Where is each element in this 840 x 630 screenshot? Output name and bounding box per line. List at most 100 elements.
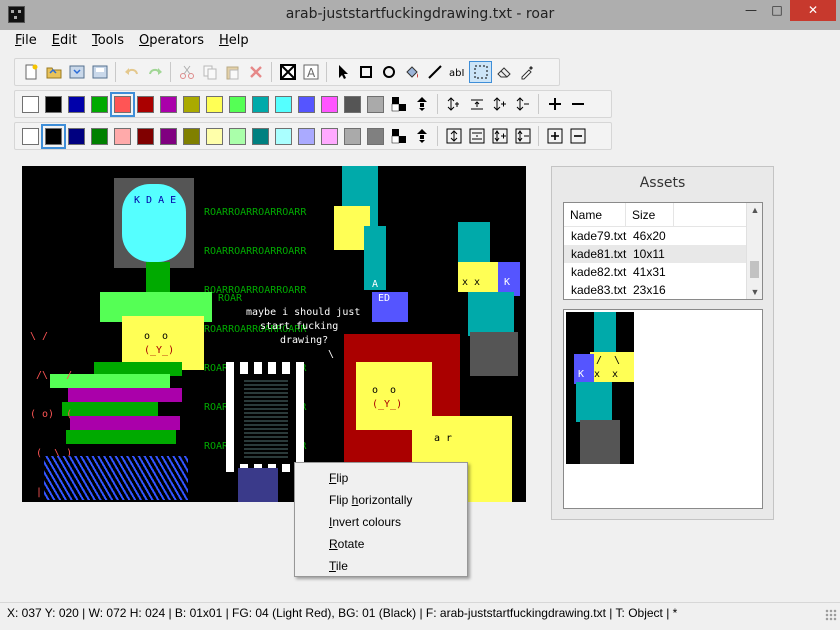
canvas-zoom-out-icon[interactable]: [566, 125, 589, 147]
decrease-width-icon[interactable]: [511, 93, 534, 115]
resize-grip-icon[interactable]: [825, 609, 837, 621]
menu-item-flip-horizontally[interactable]: Flip horizontally: [295, 489, 467, 511]
new-file-icon[interactable]: [19, 61, 42, 83]
maximize-button[interactable]: □: [764, 0, 790, 21]
context-menu: Flip Flip horizontally Invert colours Ro…: [294, 462, 468, 577]
zoom-out-icon[interactable]: [566, 93, 589, 115]
bg-swatch[interactable]: [321, 127, 338, 145]
list-item[interactable]: kade82.txt 41x31: [564, 263, 762, 281]
bg-swatch[interactable]: [183, 127, 200, 145]
pick-colour-icon[interactable]: [515, 61, 538, 83]
copy-icon[interactable]: [198, 61, 221, 83]
column-size[interactable]: Size: [626, 203, 674, 226]
fg-swatch[interactable]: [229, 95, 246, 113]
undo-icon[interactable]: [120, 61, 143, 83]
assets-panel: Assets Name Size kade79.txt 46x20 kade81…: [551, 166, 774, 520]
fg-swatch[interactable]: [206, 95, 223, 113]
fg-swatch[interactable]: [252, 95, 269, 113]
transparent-cell-icon[interactable]: [276, 61, 299, 83]
asset-list[interactable]: Name Size kade79.txt 46x20 kade81.txt 10…: [563, 202, 763, 300]
decrease-canvas-height-icon[interactable]: [465, 125, 488, 147]
fg-swatch-selected[interactable]: [110, 91, 135, 117]
increase-canvas-width-icon[interactable]: [488, 125, 511, 147]
bg-swatch[interactable]: [298, 127, 315, 145]
fg-swatch[interactable]: [91, 95, 108, 113]
checker-transparent-icon[interactable]: [387, 93, 410, 115]
line-tool-icon[interactable]: [423, 61, 446, 83]
bg-swatch[interactable]: [206, 127, 223, 145]
paste-icon[interactable]: [221, 61, 244, 83]
open-file-icon[interactable]: [42, 61, 65, 83]
list-item-selected[interactable]: kade81.txt 10x11: [564, 245, 762, 263]
scroll-up-icon[interactable]: ▲: [747, 203, 762, 217]
menu-item-flip[interactable]: Flip: [295, 467, 467, 489]
delete-icon[interactable]: [244, 61, 267, 83]
bg-swatch[interactable]: [275, 127, 292, 145]
cursor-tool-icon[interactable]: [331, 61, 354, 83]
circle-tool-icon[interactable]: [377, 61, 400, 83]
bg-swatch[interactable]: [367, 127, 384, 145]
canvas-zoom-in-icon[interactable]: [543, 125, 566, 147]
svg-text:abI: abI: [449, 68, 464, 79]
menu-item-rotate[interactable]: Rotate: [295, 533, 467, 555]
fg-swatch[interactable]: [344, 95, 361, 113]
increase-canvas-height-icon[interactable]: [442, 125, 465, 147]
menu-help[interactable]: Help: [212, 32, 257, 50]
scroll-thumb[interactable]: [750, 261, 759, 278]
fg-swatch[interactable]: [45, 95, 62, 113]
increase-width-icon[interactable]: [488, 93, 511, 115]
bg-swatch[interactable]: [114, 127, 131, 145]
increase-height-icon[interactable]: [442, 93, 465, 115]
column-name[interactable]: Name: [564, 203, 626, 226]
eraser-tool-icon[interactable]: [492, 61, 515, 83]
decrease-canvas-width-icon[interactable]: [511, 125, 534, 147]
save-as-icon[interactable]: [88, 61, 111, 83]
menu-bar: File Edit Tools Operators Help: [8, 32, 257, 50]
swap-colours-icon[interactable]: [410, 93, 433, 115]
menu-item-tile[interactable]: Tile: [295, 555, 467, 577]
text-tool-icon[interactable]: abI: [446, 61, 469, 83]
fg-swatch[interactable]: [22, 95, 39, 113]
swap-colours-icon[interactable]: [410, 125, 433, 147]
rectangle-tool-icon[interactable]: [354, 61, 377, 83]
list-item[interactable]: kade83.txt 23x16: [564, 281, 762, 299]
bg-swatch[interactable]: [137, 127, 154, 145]
bg-swatch[interactable]: [91, 127, 108, 145]
fg-swatch[interactable]: [160, 95, 177, 113]
menu-item-invert-colours[interactable]: Invert colours: [295, 511, 467, 533]
save-file-icon[interactable]: [65, 61, 88, 83]
fg-swatch[interactable]: [298, 95, 315, 113]
bg-swatch[interactable]: [252, 127, 269, 145]
text-mode-icon[interactable]: A: [299, 61, 322, 83]
drawing-canvas[interactable]: K D A E ROARROARROARROARR ROARROARROARRO…: [22, 166, 526, 502]
fg-swatch[interactable]: [321, 95, 338, 113]
minimize-button[interactable]: —: [738, 0, 764, 21]
fg-swatch[interactable]: [137, 95, 154, 113]
menu-edit[interactable]: Edit: [45, 32, 85, 50]
scroll-down-icon[interactable]: ▼: [747, 285, 762, 299]
bg-swatch[interactable]: [344, 127, 361, 145]
list-item[interactable]: kade79.txt 46x20: [564, 227, 762, 245]
bg-swatch[interactable]: [160, 127, 177, 145]
fg-swatch[interactable]: [367, 95, 384, 113]
checker-transparent-icon[interactable]: [387, 125, 410, 147]
fg-swatch[interactable]: [275, 95, 292, 113]
decrease-height-icon[interactable]: [465, 93, 488, 115]
fg-swatch[interactable]: [183, 95, 200, 113]
bg-swatch[interactable]: [22, 127, 39, 145]
list-scrollbar[interactable]: ▲ ▼: [746, 203, 762, 299]
bg-swatch[interactable]: [229, 127, 246, 145]
menu-file[interactable]: File: [8, 32, 45, 50]
fill-tool-icon[interactable]: [400, 61, 423, 83]
menu-tools[interactable]: Tools: [85, 32, 132, 50]
close-button[interactable]: ✕: [790, 0, 836, 21]
select-tool-icon[interactable]: [469, 61, 492, 83]
bg-swatch[interactable]: [68, 127, 85, 145]
redo-icon[interactable]: [143, 61, 166, 83]
toolbar-separator: [437, 94, 438, 114]
bg-swatch-selected[interactable]: [41, 123, 66, 149]
zoom-in-icon[interactable]: [543, 93, 566, 115]
fg-swatch[interactable]: [68, 95, 85, 113]
cut-icon[interactable]: [175, 61, 198, 83]
menu-operators[interactable]: Operators: [132, 32, 212, 50]
